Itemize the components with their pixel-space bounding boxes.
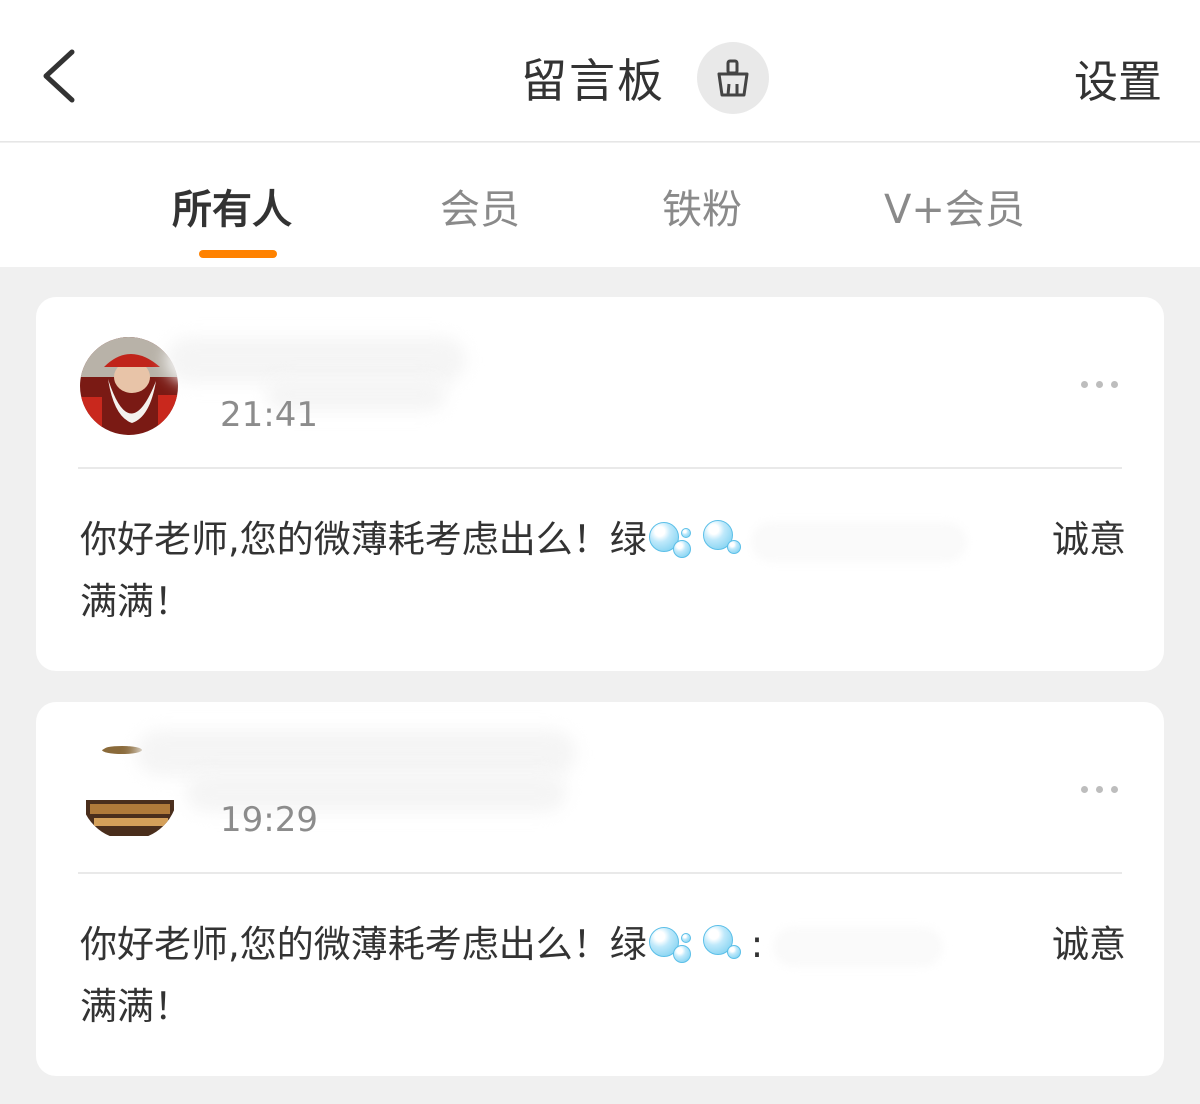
message-card: 21:41 你好老师,您的微薄耗考虑出么！绿 诚意 满满！ <box>36 297 1164 671</box>
top-bar: 留言板 设置 <box>0 0 1200 142</box>
message-text-line2: 满满！ <box>80 580 191 623</box>
dot <box>1111 786 1118 793</box>
message-text-end: 诚意 <box>1052 923 1126 966</box>
bubble-emoji-icon <box>647 921 751 973</box>
message-time: 21:41 <box>220 395 318 435</box>
more-options-button[interactable] <box>1075 780 1124 799</box>
redacted-text <box>773 926 944 967</box>
settings-button[interactable]: 设置 <box>1074 46 1162 110</box>
message-time: 19:29 <box>220 800 318 840</box>
message-text-line2: 满满！ <box>80 985 191 1028</box>
message-text-end: 诚意 <box>1052 518 1126 561</box>
bubble-emoji-icon <box>647 516 751 568</box>
tab-members[interactable]: 会员 <box>440 177 520 235</box>
tab-bar: 所有人 会员 铁粉 V+会员 <box>0 143 1200 267</box>
message-text-start: 你好老师,您的微薄耗考虑出么！绿 <box>80 923 647 966</box>
dot <box>1081 381 1088 388</box>
clean-button[interactable] <box>697 42 769 114</box>
tab-all[interactable]: 所有人 <box>172 177 292 235</box>
divider <box>78 467 1122 469</box>
page-title: 留言板 <box>521 54 665 108</box>
dot <box>1096 786 1103 793</box>
santa-avatar-image <box>80 337 178 435</box>
dot <box>1081 786 1088 793</box>
username-redacted <box>136 730 576 776</box>
colon: : <box>750 923 764 966</box>
message-text: 你好老师,您的微薄耗考虑出么！绿 : 诚意 满满！ <box>80 914 1126 1038</box>
redacted-text <box>750 521 967 562</box>
active-tab-indicator <box>199 250 277 258</box>
message-text-start: 你好老师,您的微薄耗考虑出么！绿 <box>80 518 647 561</box>
more-options-button[interactable] <box>1075 375 1124 394</box>
tab-fans[interactable]: 铁粉 <box>662 177 742 235</box>
avatar[interactable] <box>80 337 178 435</box>
divider <box>78 872 1122 874</box>
message-text: 你好老师,您的微薄耗考虑出么！绿 诚意 满满！ <box>80 509 1126 633</box>
title-area: 留言板 <box>0 38 1200 118</box>
message-card: 19:29 你好老师,您的微薄耗考虑出么！绿 : 诚意 满满！ <box>36 702 1164 1076</box>
dot <box>1111 381 1118 388</box>
tab-vplus-members[interactable]: V+会员 <box>884 177 1025 235</box>
broom-icon <box>717 59 749 97</box>
dot <box>1096 381 1103 388</box>
